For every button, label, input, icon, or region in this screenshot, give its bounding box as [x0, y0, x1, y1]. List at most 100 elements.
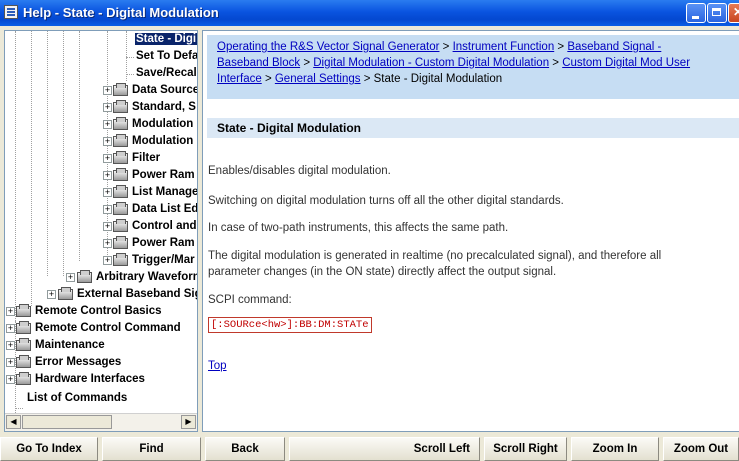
tree-item-label: Trigger/Mar [132, 254, 195, 266]
expand-toggle[interactable]: + [103, 188, 112, 197]
book-icon [16, 355, 31, 368]
breadcrumb-link[interactable]: Baseband Signal - [567, 41, 661, 53]
tree-item-label: Power Ram [132, 237, 195, 249]
expand-toggle[interactable]: + [103, 120, 112, 129]
breadcrumb-link[interactable]: Baseband Block [217, 57, 300, 69]
expand-toggle[interactable]: + [103, 86, 112, 95]
maximize-button[interactable] [707, 3, 727, 23]
breadcrumb-link[interactable]: Instrument Function [453, 41, 555, 53]
scrollbar-thumb[interactable] [22, 415, 112, 429]
expand-toggle[interactable]: + [6, 307, 15, 316]
expand-toggle[interactable]: + [6, 341, 15, 350]
tree-item[interactable]: Filter [113, 150, 161, 167]
tree-item[interactable]: Modulation [113, 133, 194, 150]
expand-toggle[interactable]: + [47, 290, 56, 299]
title-bar: Help - State - Digital Modulation [0, 0, 739, 26]
expand-toggle[interactable]: + [66, 273, 75, 282]
expand-toggle[interactable]: + [6, 358, 15, 367]
tree-item[interactable]: Remote Control Command [16, 320, 182, 337]
tree-item[interactable]: Error Messages [16, 354, 122, 371]
tree-item[interactable]: Set To Defa [135, 48, 197, 65]
expand-toggle[interactable]: + [103, 239, 112, 248]
tree-item[interactable]: Maintenance [16, 337, 106, 354]
tree-item[interactable]: External Baseband Sig [58, 286, 197, 303]
breadcrumb-separator: > [439, 41, 453, 53]
breadcrumb-separator: > [360, 73, 374, 85]
breadcrumb: Operating the R&S Vector Signal Generato… [207, 35, 739, 99]
scroll-left-button[interactable]: Scroll Left [289, 437, 480, 461]
tree-item[interactable]: List Manage [113, 184, 198, 201]
scroll-left-arrow-icon[interactable]: ◀ [6, 415, 21, 429]
expand-toggle[interactable]: + [103, 103, 112, 112]
tree-item[interactable]: Save/Recal [135, 65, 197, 82]
zoom-in-button[interactable]: Zoom In [571, 437, 659, 461]
tree-item-label: List of Commands [27, 392, 128, 404]
expand-toggle[interactable]: + [103, 154, 112, 163]
breadcrumb-link[interactable]: General Settings [275, 73, 361, 85]
top-link[interactable]: Top [208, 360, 227, 372]
tree-item[interactable]: Power Ram [113, 235, 196, 252]
tree-guide-line [126, 74, 134, 75]
tree-item[interactable]: Data List Ed [113, 201, 197, 218]
tree-item-label: Hardware Interfaces [35, 373, 145, 385]
book-icon [16, 372, 31, 385]
tree-item[interactable]: Hardware Interfaces [16, 371, 146, 388]
breadcrumb-current: State - Digital Modulation [373, 73, 503, 85]
tree-guide-line [15, 408, 23, 409]
book-icon [113, 134, 128, 147]
minimize-button[interactable] [686, 3, 706, 23]
paragraph: Switching on digital modulation turns of… [208, 195, 564, 207]
expand-toggle[interactable]: + [103, 137, 112, 146]
scroll-right-arrow-icon[interactable]: ▶ [181, 415, 196, 429]
expand-toggle[interactable]: + [6, 375, 15, 384]
breadcrumb-separator: > [261, 73, 275, 85]
contents-tree[interactable]: State - Digi Set To Defa Save/Recal + Da… [4, 30, 198, 432]
paragraph: In case of two-path instruments, this af… [208, 222, 509, 234]
tree-item[interactable]: Remote Control Basics [16, 303, 163, 320]
book-icon [113, 202, 128, 215]
expand-toggle[interactable]: + [103, 222, 112, 231]
tree-item[interactable]: Modulation [113, 116, 194, 133]
tree-item[interactable]: List of Commands [26, 390, 128, 407]
tree-horizontal-scrollbar[interactable]: ◀ ▶ [5, 413, 197, 431]
tree-item-label: Modulation [132, 118, 194, 130]
expand-toggle[interactable]: + [103, 256, 112, 265]
book-icon [113, 219, 128, 232]
expand-toggle[interactable]: + [6, 324, 15, 333]
paragraph: parameter changes (in the ON state) dire… [208, 266, 557, 278]
breadcrumb-link[interactable]: Operating the R&S Vector Signal Generato… [217, 41, 439, 53]
tree-item-label: List Manage [132, 186, 198, 198]
topic-heading: State - Digital Modulation [207, 118, 739, 138]
tree-item[interactable]: Trigger/Mar [113, 252, 196, 269]
tree-item[interactable]: Data Source [113, 82, 198, 99]
find-button[interactable]: Find [102, 437, 201, 461]
book-icon [113, 83, 128, 96]
scroll-right-button[interactable]: Scroll Right [484, 437, 567, 461]
tree-item-label: State - Digi [135, 33, 197, 45]
back-button[interactable]: Back [205, 437, 285, 461]
tree-guide-line [31, 31, 32, 306]
book-icon [16, 304, 31, 317]
expand-toggle[interactable]: + [103, 171, 112, 180]
tree-item[interactable]: State - Digi [135, 31, 197, 48]
tree-guide-line [79, 31, 80, 261]
tree-guide-line [15, 31, 16, 341]
tree-item[interactable]: Arbitrary Waveforn [77, 269, 197, 286]
go-to-index-button[interactable]: Go To Index [0, 437, 98, 461]
paragraph: SCPI command: [208, 294, 292, 306]
tree-item[interactable]: Standard, S [113, 99, 197, 116]
tree-item-label: Data Source [132, 84, 198, 96]
tree-item-label: Filter [132, 152, 161, 164]
tree-item[interactable]: Control and [113, 218, 197, 235]
tree-item[interactable]: Power Ram [113, 167, 196, 184]
tree-guide-line [126, 57, 134, 58]
tree-item-label: Error Messages [35, 356, 122, 368]
tree-item-label: Control and [132, 220, 197, 232]
breadcrumb-link[interactable]: Digital Modulation - Custom Digital Modu… [313, 57, 549, 69]
zoom-out-button[interactable]: Zoom Out [663, 437, 739, 461]
breadcrumb-link[interactable]: Interface [217, 73, 262, 85]
close-button[interactable] [728, 3, 739, 23]
expand-toggle[interactable]: + [103, 205, 112, 214]
tree-guide-line [47, 31, 48, 276]
breadcrumb-link[interactable]: Custom Digital Mod User [562, 57, 690, 69]
